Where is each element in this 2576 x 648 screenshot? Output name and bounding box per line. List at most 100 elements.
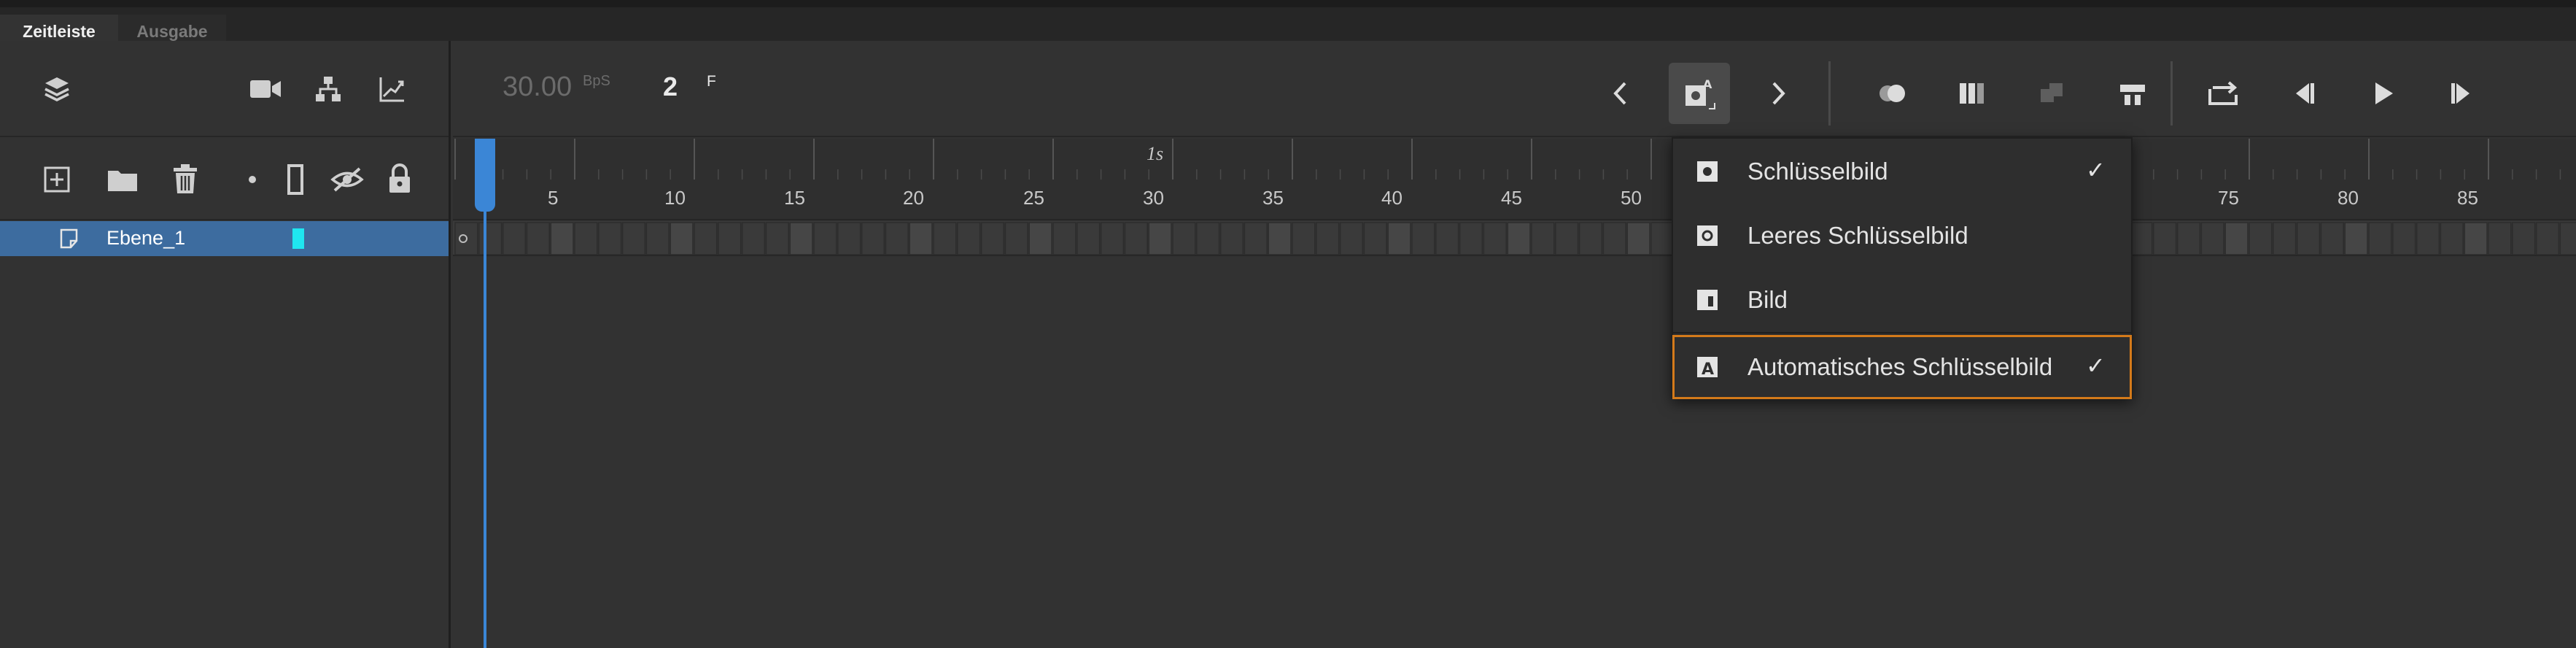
frame-cell <box>2129 222 2153 255</box>
svg-text:A: A <box>1703 77 1712 91</box>
toolbar-separator <box>2170 61 2173 126</box>
frame-cell <box>1363 222 1387 255</box>
menu-item-label: Schlüsselbild <box>1747 158 1888 185</box>
menu-item-leeres-schluesselbild[interactable]: Leeres Schlüsselbild <box>1673 204 2131 267</box>
frame-cell <box>1626 222 1650 255</box>
trash-icon[interactable] <box>171 162 200 196</box>
ruler-label: 25 <box>1023 187 1044 209</box>
layers-icon[interactable] <box>41 73 73 105</box>
frame-ruler[interactable]: 1s 5 10 15 20 25 30 35 40 45 50 75 80 85 <box>453 139 2576 220</box>
insert-keyframe-button[interactable]: A <box>1669 63 1730 124</box>
frame-cell <box>1292 222 1316 255</box>
frame-cell <box>2512 222 2536 255</box>
outline-icon[interactable] <box>284 162 306 197</box>
keyframe-icon <box>1695 159 1720 184</box>
lock-icon[interactable] <box>385 162 414 196</box>
frame-cell <box>2296 222 2321 255</box>
frame-cell <box>2368 222 2392 255</box>
hierarchy-icon[interactable] <box>312 73 344 105</box>
onion-skin-icon[interactable] <box>1863 63 1925 124</box>
ruler-label: 45 <box>1501 187 1522 209</box>
frame-cell <box>550 222 574 255</box>
layers-toolbar-bottom <box>0 139 449 220</box>
frame-cell <box>1483 222 1507 255</box>
frame-cell <box>2464 222 2488 255</box>
layer-name[interactable]: Ebene_1 <box>106 227 185 250</box>
frame-cell <box>2416 222 2440 255</box>
frame-cell <box>2392 222 2416 255</box>
frame-cell <box>1244 222 1268 255</box>
menu-item-bild[interactable]: Bild <box>1673 269 2131 331</box>
ruler-label: 75 <box>2218 187 2239 209</box>
ruler-label: 80 <box>2338 187 2359 209</box>
current-frame[interactable]: 2 <box>663 72 678 102</box>
ruler-label: 50 <box>1621 187 1642 209</box>
frame-cell <box>861 222 885 255</box>
insert-frame-icon[interactable] <box>2102 63 2163 124</box>
check-icon: ✓ <box>2086 352 2106 379</box>
blank-keyframe-icon <box>1695 223 1720 248</box>
step-back-icon[interactable] <box>2273 63 2334 124</box>
next-keyframe-button[interactable] <box>1748 63 1809 124</box>
frame-cell <box>645 222 670 255</box>
folder-icon[interactable] <box>106 165 139 194</box>
toolbar-separator <box>1828 61 1831 126</box>
menu-item-automatisches-schluesselbild[interactable]: A Automatisches Schlüsselbild ✓ <box>1672 335 2132 399</box>
frame-cell <box>1387 222 1411 255</box>
new-layer-icon[interactable] <box>42 165 71 194</box>
loop-icon[interactable] <box>2193 63 2254 124</box>
camera-icon[interactable] <box>248 74 283 104</box>
frame-cell <box>789 222 813 255</box>
frame-cell <box>1148 222 1172 255</box>
frame-cell <box>621 222 646 255</box>
ruler-label: 15 <box>784 187 805 209</box>
frame-cell <box>718 222 742 255</box>
fps-value[interactable]: 30.00 <box>503 72 572 103</box>
layers-toolbar-top <box>0 41 449 137</box>
frame-cell <box>2440 222 2464 255</box>
frame-cell <box>2320 222 2344 255</box>
menu-item-label: Bild <box>1747 286 1788 313</box>
frame-cell <box>1028 222 1052 255</box>
frame-cell <box>957 222 981 255</box>
graph-icon[interactable] <box>376 73 408 105</box>
frame-cell <box>1172 222 1196 255</box>
prev-keyframe-button[interactable] <box>1589 63 1650 124</box>
play-icon[interactable] <box>2352 63 2413 124</box>
frame-cell <box>694 222 718 255</box>
frame-cell <box>598 222 622 255</box>
frame-cell <box>2153 222 2177 255</box>
frame-cell <box>1268 222 1292 255</box>
edit-multiple-frames-icon[interactable] <box>1943 63 2004 124</box>
frame-cell <box>1555 222 1579 255</box>
frame-cell <box>574 222 598 255</box>
frame-cell <box>526 222 550 255</box>
frame-track[interactable] <box>453 221 2576 256</box>
layer-color-swatch[interactable] <box>292 228 304 249</box>
ruler-label: 5 <box>548 187 559 209</box>
frame-cell <box>765 222 789 255</box>
frame-cell <box>2488 222 2512 255</box>
frame-cell <box>837 222 861 255</box>
frame-cell <box>1578 222 1603 255</box>
ruler-label: 35 <box>1262 187 1284 209</box>
layer-row[interactable]: Ebene_1 <box>0 221 449 256</box>
menu-item-schluesselbild[interactable]: Schlüsselbild ✓ <box>1673 140 2131 203</box>
frame-cell <box>2200 222 2224 255</box>
dot-icon[interactable] <box>245 172 260 187</box>
step-forward-icon[interactable] <box>2432 63 2493 124</box>
timeline-toolbar: 30.00 BpS 2 F A <box>453 41 2576 137</box>
visibility-icon[interactable] <box>330 165 365 194</box>
frame-cell <box>909 222 933 255</box>
panel-tab-strip: Zeitleiste Ausgabe <box>0 0 2576 48</box>
frame-cell <box>885 222 909 255</box>
menu-item-label: Automatisches Schlüsselbild <box>1747 353 2053 380</box>
fps-unit: BpS <box>583 73 610 89</box>
timeline-area: 30.00 BpS 2 F A 1s 5 10 15 20 25 30 35 4… <box>453 41 2576 648</box>
paste-frames-icon[interactable] <box>2022 63 2084 124</box>
frame-cell <box>2535 222 2560 255</box>
playhead[interactable] <box>475 139 495 212</box>
auto-keyframe-icon: A <box>1695 355 1720 379</box>
menu-item-label: Leeres Schlüsselbild <box>1747 222 1968 249</box>
frame-cell <box>1124 222 1148 255</box>
